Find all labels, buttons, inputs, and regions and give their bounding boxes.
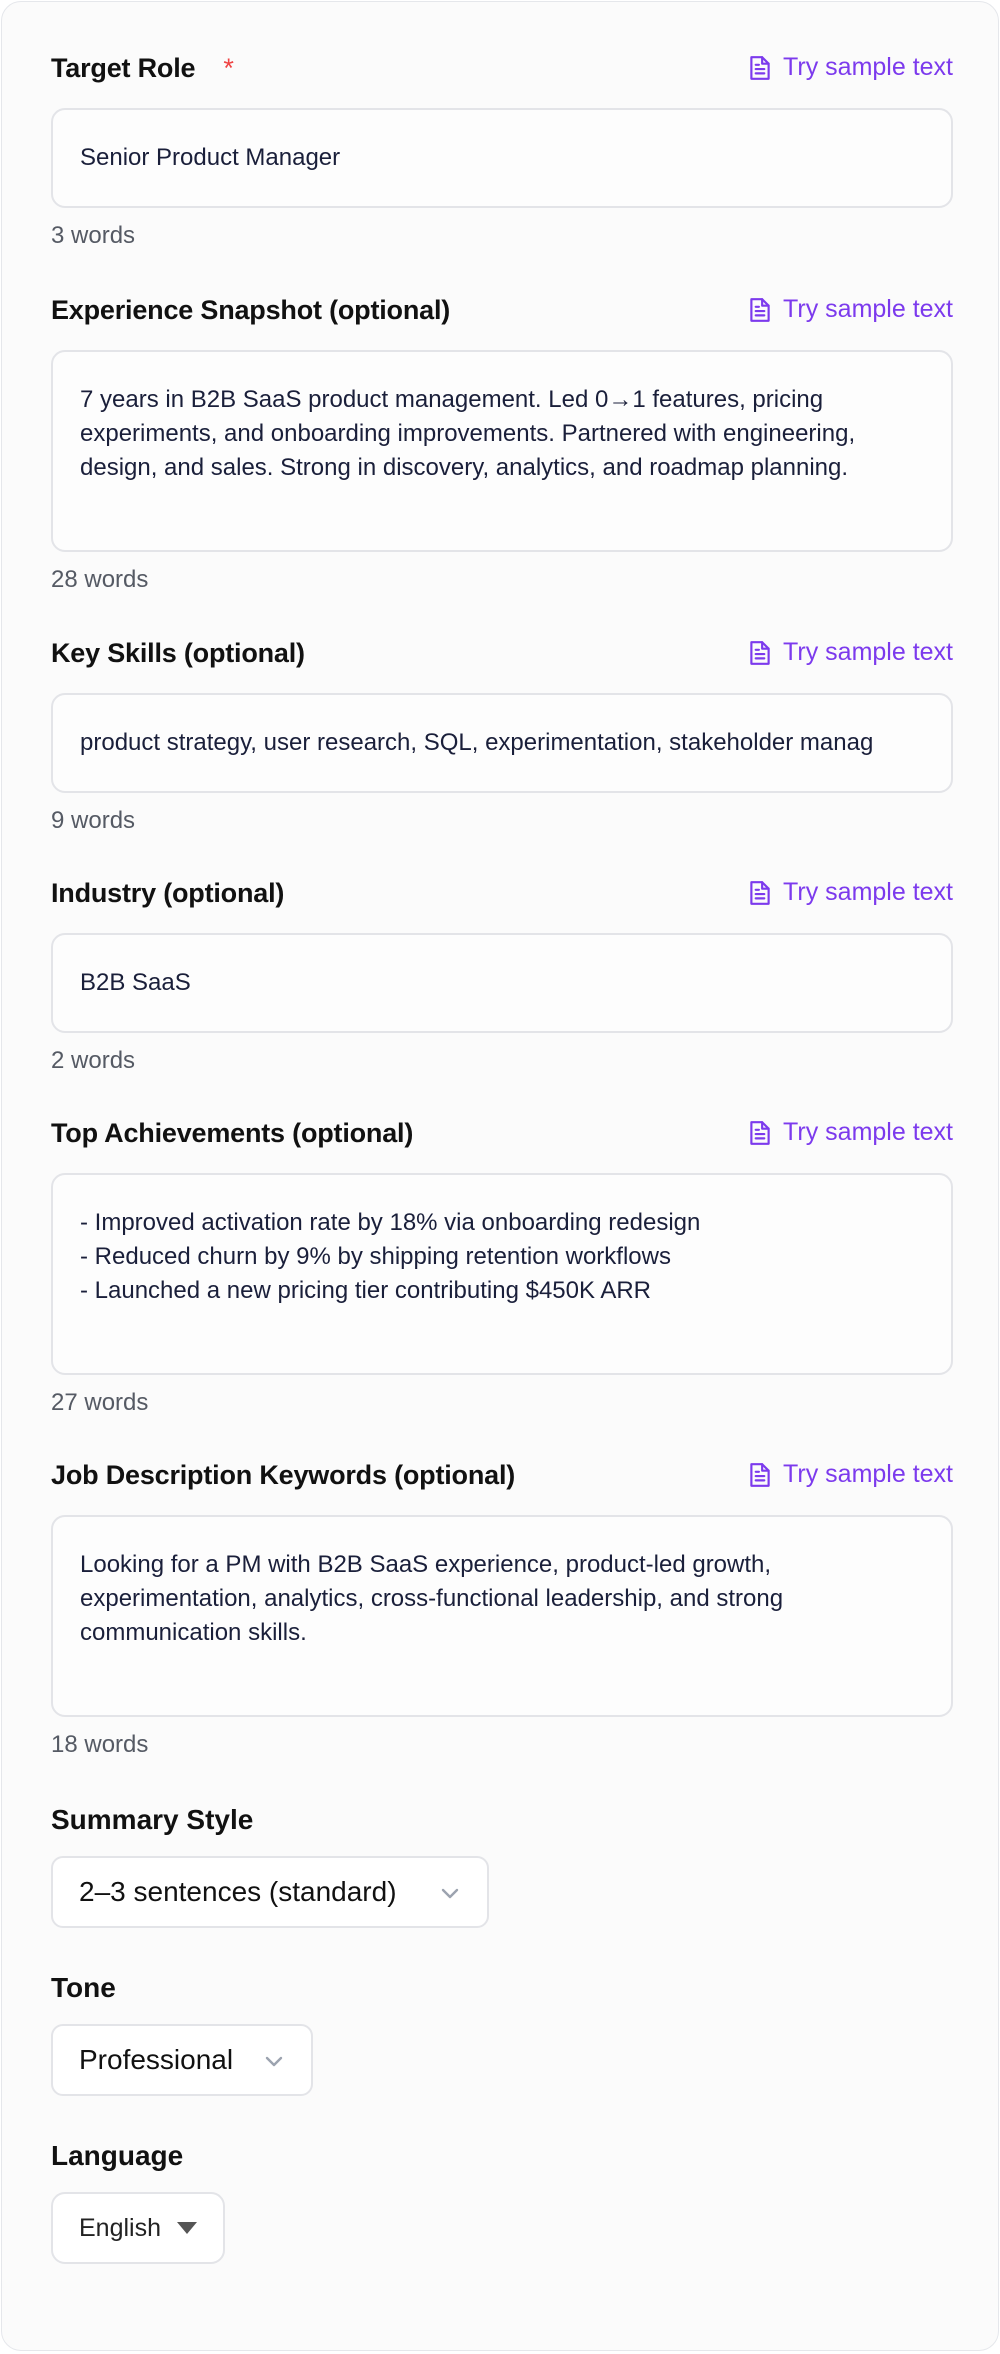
- text-line: - Reduced churn by 9% by shipping retent…: [80, 1243, 671, 1270]
- summary-style-select[interactable]: 2–3 sentences (standard): [51, 1856, 489, 1928]
- select-value: English: [79, 2213, 161, 2242]
- document-icon: [750, 297, 770, 322]
- tone-select[interactable]: Professional: [51, 2024, 313, 2096]
- sample-link-label: Try sample text: [783, 1118, 953, 1146]
- field-label: Top Achievements (optional): [51, 1118, 414, 1148]
- text-line: - Improved activation rate by 18% via on…: [80, 1209, 701, 1236]
- text-line: - Launched a new pricing tier contributi…: [80, 1277, 652, 1304]
- language-select[interactable]: English: [51, 2192, 225, 2264]
- tone-label: Tone: [51, 1972, 116, 2003]
- field-job-description-keywords: Job Description Keywords (optional) Try …: [51, 1456, 953, 1759]
- text-line: experiments, and onboarding improvements…: [80, 420, 856, 447]
- field-header: Top Achievements (optional) Try sample t…: [51, 1114, 953, 1154]
- required-marker: *: [223, 53, 234, 83]
- field-target-role: Target Role * Try sample text Senior Prod…: [51, 49, 953, 250]
- field-label: Target Role *: [51, 53, 234, 83]
- field-experience-snapshot: Experience Snapshot (optional) Try sampl…: [51, 291, 953, 594]
- select-value: Professional: [79, 2044, 234, 2075]
- try-sample-text-link[interactable]: Try sample text: [747, 638, 953, 667]
- field-top-achievements: Top Achievements (optional) Try sample t…: [51, 1114, 953, 1417]
- sample-link-label: Try sample text: [783, 1460, 953, 1488]
- field-header: Job Description Keywords (optional) Try …: [51, 1456, 953, 1496]
- input-value: B2B SaaS: [80, 969, 191, 996]
- industry-input[interactable]: B2B SaaS: [51, 933, 953, 1033]
- target-role-input[interactable]: Senior Product Manager: [51, 108, 953, 208]
- field-label: Job Description Keywords (optional): [51, 1460, 516, 1490]
- key-skills-input[interactable]: product strategy, user research, SQL, ex…: [51, 693, 953, 793]
- job-description-keywords-textarea[interactable]: Looking for a PM with B2B SaaS experienc…: [51, 1515, 953, 1717]
- field-header: Target Role * Try sample text: [51, 49, 953, 89]
- document-icon: [750, 55, 770, 80]
- sample-link-label: Try sample text: [783, 638, 953, 666]
- caret-down-icon: [177, 2222, 197, 2234]
- document-icon: [750, 1120, 770, 1145]
- field-industry: Industry (optional) Try sample text B2B …: [51, 874, 953, 1075]
- try-sample-text-link[interactable]: Try sample text: [747, 1118, 953, 1147]
- sample-link-label: Try sample text: [783, 878, 953, 906]
- text-line: experimentation, analytics, cross-functi…: [80, 1585, 784, 1612]
- field-header: Key Skills (optional) Try sample text: [51, 634, 953, 674]
- word-count: 18 words: [51, 1731, 149, 1758]
- try-sample-text-link[interactable]: Try sample text: [747, 53, 953, 82]
- text-line: communication skills.: [80, 1619, 307, 1646]
- document-icon: [750, 640, 770, 665]
- field-label: Experience Snapshot (optional): [51, 295, 451, 325]
- input-value: product strategy, user research, SQL, ex…: [80, 729, 874, 756]
- field-label: Industry (optional): [51, 878, 285, 908]
- try-sample-text-link[interactable]: Try sample text: [747, 1460, 953, 1489]
- language-label: Language: [51, 2140, 184, 2171]
- field-header: Experience Snapshot (optional) Try sampl…: [51, 291, 953, 331]
- document-icon: [750, 1462, 770, 1487]
- word-count: 2 words: [51, 1047, 136, 1074]
- chevron-down-icon: [441, 1888, 459, 1899]
- sample-link-label: Try sample text: [783, 53, 953, 81]
- field-header: Industry (optional) Try sample text: [51, 874, 953, 914]
- chevron-down-icon: [265, 2056, 283, 2067]
- top-achievements-textarea[interactable]: - Improved activation rate by 18% via on…: [51, 1173, 953, 1375]
- field-label: Key Skills (optional): [51, 638, 305, 668]
- try-sample-text-link[interactable]: Try sample text: [747, 878, 953, 907]
- word-count: 3 words: [51, 222, 136, 249]
- input-value: Senior Product Manager: [80, 144, 341, 171]
- form-card: Target Role * Try sample text Senior Prod…: [1, 1, 999, 2351]
- try-sample-text-link[interactable]: Try sample text: [747, 295, 953, 324]
- text-line: design, and sales. Strong in discovery, …: [80, 454, 849, 481]
- document-icon: [750, 880, 770, 905]
- word-count: 27 words: [51, 1389, 149, 1416]
- text-line: 7 years in B2B SaaS product management. …: [80, 386, 824, 413]
- word-count: 9 words: [51, 807, 136, 834]
- word-count: 28 words: [51, 566, 149, 593]
- summary-style-label: Summary Style: [51, 1804, 254, 1835]
- experience-snapshot-textarea[interactable]: 7 years in B2B SaaS product management. …: [51, 350, 953, 552]
- text-line: Looking for a PM with B2B SaaS experienc…: [80, 1551, 772, 1578]
- sample-link-label: Try sample text: [783, 295, 953, 323]
- field-key-skills: Key Skills (optional) Try sample text pr…: [51, 634, 953, 835]
- select-value: 2–3 sentences (standard): [79, 1876, 397, 1907]
